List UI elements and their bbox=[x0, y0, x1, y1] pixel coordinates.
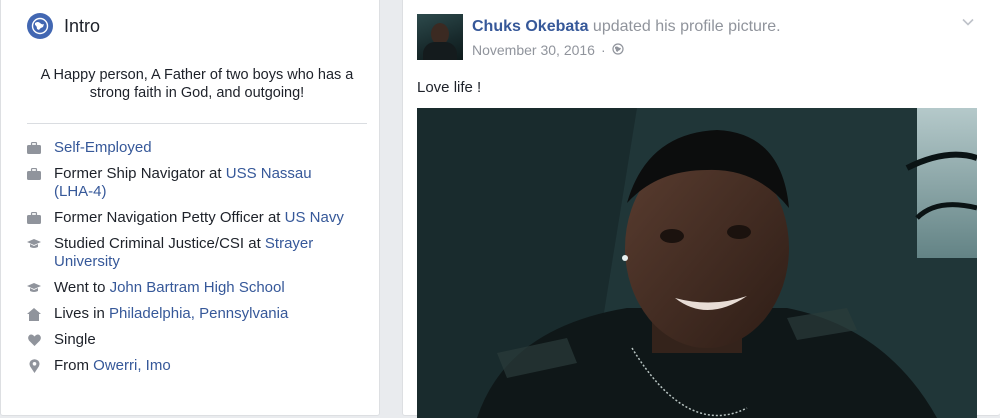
chevron-down-icon[interactable] bbox=[961, 15, 975, 29]
home-icon bbox=[25, 305, 43, 323]
intro-item-label: Former Ship Navigator at bbox=[54, 165, 226, 182]
intro-item: Former Ship Navigator at USS Nassau (LHA… bbox=[25, 165, 365, 201]
briefcase-icon bbox=[25, 209, 43, 227]
intro-item-text: Single bbox=[54, 331, 354, 349]
intro-item-text: Went to John Bartram High School bbox=[54, 279, 354, 297]
intro-item-label: Went to bbox=[54, 279, 110, 296]
globe-privacy-icon[interactable] bbox=[612, 42, 624, 58]
post-card: Chuks Okebata updated his profile pictur… bbox=[402, 0, 1000, 418]
intro-item-text: Former Navigation Petty Officer at US Na… bbox=[54, 209, 354, 227]
graduation-cap-icon bbox=[25, 279, 43, 297]
author-name-link[interactable]: Chuks Okebata bbox=[472, 18, 588, 35]
meta-separator: · bbox=[600, 42, 606, 58]
briefcase-icon bbox=[25, 139, 43, 157]
intro-item: From Owerri, Imo bbox=[25, 357, 365, 375]
profile-photo[interactable] bbox=[417, 108, 977, 418]
intro-item: Self-Employed bbox=[25, 139, 365, 157]
intro-header: Intro bbox=[27, 13, 100, 39]
intro-item: Studied Criminal Justice/CSI at Strayer … bbox=[25, 235, 365, 271]
intro-item-label: Former Navigation Petty Officer at bbox=[54, 209, 285, 226]
intro-item-text: Self-Employed bbox=[54, 139, 354, 157]
post-date-link[interactable]: November 30, 2016 bbox=[472, 42, 595, 58]
intro-item-text: Studied Criminal Justice/CSI at Strayer … bbox=[54, 235, 354, 271]
divider bbox=[27, 123, 367, 124]
intro-bio: A Happy person, A Father of two boys who… bbox=[40, 67, 354, 101]
author-avatar[interactable] bbox=[417, 14, 463, 60]
intro-item-link[interactable]: Owerri, Imo bbox=[93, 357, 171, 374]
intro-item-link[interactable]: Self-Employed bbox=[54, 139, 152, 156]
intro-item-text: From Owerri, Imo bbox=[54, 357, 354, 375]
globe-icon bbox=[27, 13, 53, 39]
intro-title: Intro bbox=[64, 15, 101, 36]
intro-item: Single bbox=[25, 331, 365, 349]
post-header-line: Chuks Okebata updated his profile pictur… bbox=[472, 18, 781, 36]
intro-item-label: Studied Criminal Justice/CSI at bbox=[54, 235, 265, 252]
intro-item: Went to John Bartram High School bbox=[25, 279, 365, 297]
post-caption: Love life ! bbox=[417, 79, 482, 96]
location-pin-icon bbox=[25, 357, 43, 375]
post-meta: November 30, 2016 · bbox=[472, 42, 624, 58]
briefcase-icon bbox=[25, 165, 43, 183]
intro-item-label: Lives in bbox=[54, 305, 110, 322]
post-action-text: updated his profile picture. bbox=[588, 18, 781, 35]
intro-details-list: Self-Employed Former Ship Navigator at US… bbox=[25, 139, 365, 383]
intro-item-link[interactable]: US Navy bbox=[285, 209, 344, 226]
intro-item-text: Former Ship Navigator at USS Nassau (LHA… bbox=[54, 165, 354, 201]
intro-item: Lives in Philadelphia, Pennsylvania bbox=[25, 305, 365, 323]
intro-item: Former Navigation Petty Officer at US Na… bbox=[25, 209, 365, 227]
intro-item-link[interactable]: John Bartram High School bbox=[110, 279, 285, 296]
intro-item-text: Lives in Philadelphia, Pennsylvania bbox=[54, 305, 354, 323]
heart-icon bbox=[25, 331, 43, 349]
graduation-cap-icon bbox=[25, 235, 43, 253]
intro-card: Intro A Happy person, A Father of two bo… bbox=[0, 0, 380, 416]
intro-item-label: Single bbox=[54, 331, 96, 348]
intro-item-link[interactable]: Philadelphia, Pennsylvania bbox=[109, 305, 288, 322]
intro-item-label: From bbox=[54, 357, 94, 374]
